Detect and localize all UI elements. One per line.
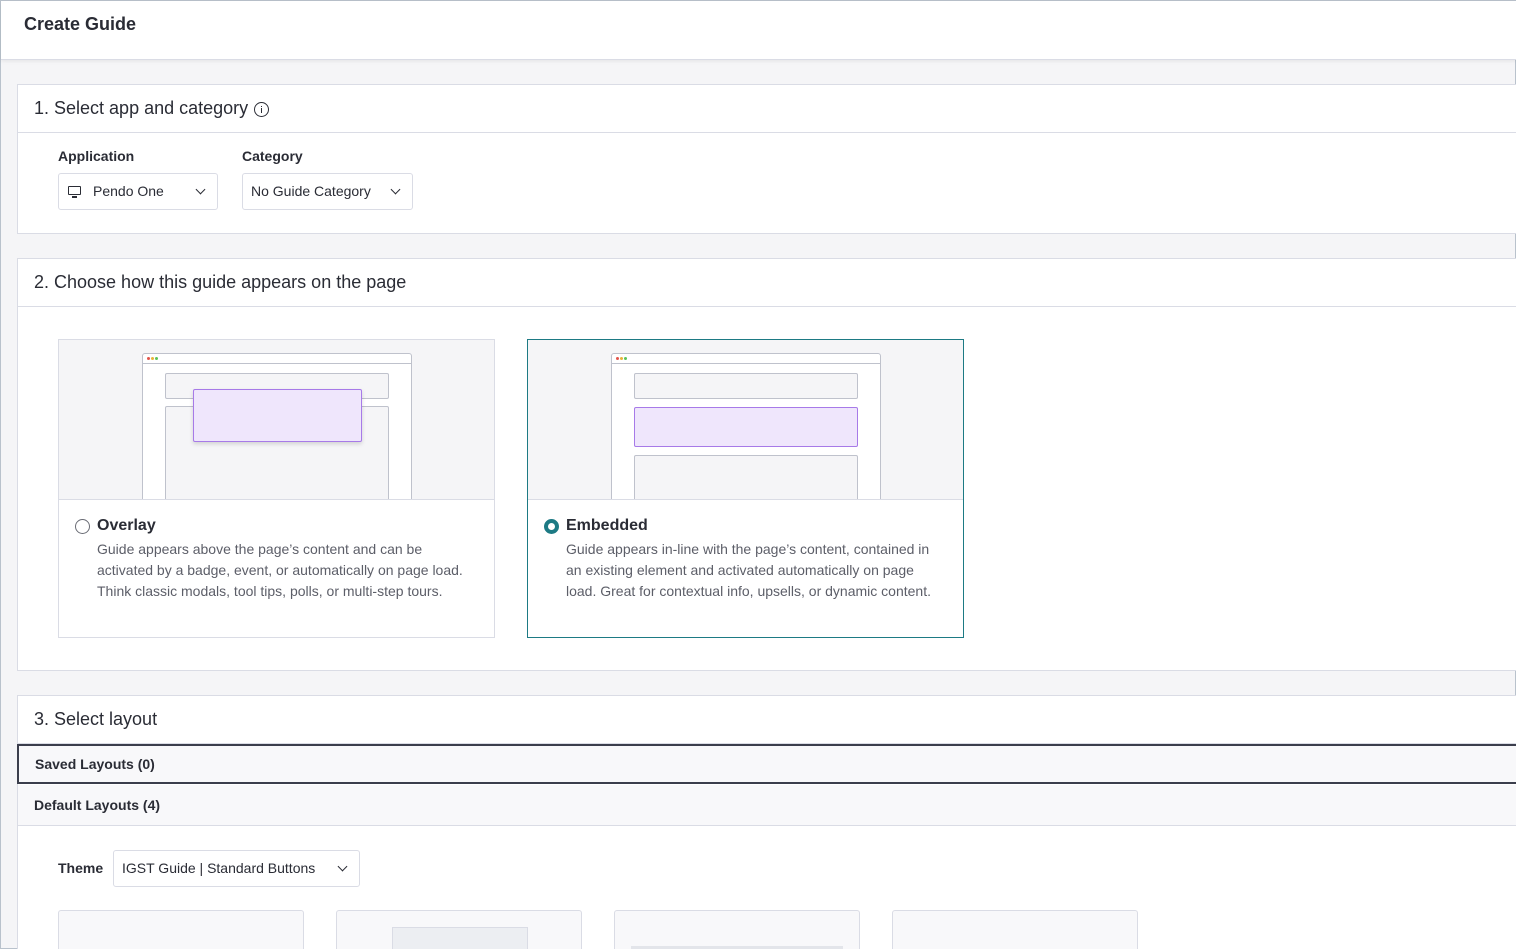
default-layouts-label: Default Layouts (4): [34, 797, 161, 813]
section-title: 2. Choose how this guide appears on the …: [18, 259, 1516, 307]
section-title: 1. Select app and category: [18, 85, 1516, 133]
section-title: 3. Select layout: [18, 696, 1516, 744]
application-value: Pendo One: [93, 183, 164, 199]
page-title: Create Guide: [24, 14, 137, 34]
theme-label: Theme: [58, 860, 104, 876]
chevron-down-icon: [195, 184, 206, 195]
saved-layouts-label: Saved Layouts (0): [35, 756, 155, 772]
embedded-radio[interactable]: [544, 519, 559, 534]
section-select-layout: 3. Select layout Saved Layouts (0) Defau…: [17, 695, 1516, 949]
theme-value: IGST Guide | Standard Buttons: [122, 860, 316, 876]
overlay-preview-image: [59, 340, 494, 500]
layout-thumbnail[interactable]: [614, 910, 860, 949]
info-icon[interactable]: [254, 102, 270, 117]
browser-mock: [142, 353, 412, 499]
monitor-icon: [68, 186, 82, 198]
category-label: Category: [242, 148, 303, 164]
theme-select[interactable]: IGST Guide | Standard Buttons: [113, 850, 360, 887]
chevron-down-icon: [390, 184, 401, 195]
embedded-preview-image: [528, 340, 963, 500]
category-select[interactable]: No Guide Category: [242, 173, 413, 210]
section-choose-appearance: 2. Choose how this guide appears on the …: [17, 258, 1516, 671]
layout-thumbnail[interactable]: [58, 910, 304, 949]
section-2-title: 2. Choose how this guide appears on the …: [34, 272, 407, 292]
overlay-radio[interactable]: [75, 519, 90, 534]
section-3-title: 3. Select layout: [34, 709, 158, 729]
category-value: No Guide Category: [251, 183, 371, 199]
section-select-app: 1. Select app and category Application P…: [17, 84, 1516, 234]
option-title: Overlay: [97, 517, 156, 534]
application-label: Application: [58, 148, 135, 164]
chevron-down-icon: [337, 861, 348, 872]
option-embedded[interactable]: Embedded Guide appears in-line with the …: [527, 339, 964, 638]
page-header: Create Guide: [1, 1, 1516, 60]
browser-mock: [611, 353, 881, 499]
option-description: Guide appears in-line with the page’s co…: [566, 541, 931, 599]
application-select[interactable]: Pendo One: [58, 173, 218, 210]
section-1-title: 1. Select app and category: [34, 98, 249, 118]
layout-thumbnail[interactable]: [892, 910, 1138, 949]
option-overlay[interactable]: Overlay Guide appears above the page’s c…: [58, 339, 495, 638]
default-layouts-accordion[interactable]: Default Layouts (4): [18, 785, 1516, 826]
layout-thumbnail[interactable]: [336, 910, 582, 949]
option-title: Embedded: [566, 517, 648, 534]
saved-layouts-accordion[interactable]: Saved Layouts (0): [17, 744, 1516, 784]
option-description: Guide appears above the page’s content a…: [97, 541, 463, 599]
